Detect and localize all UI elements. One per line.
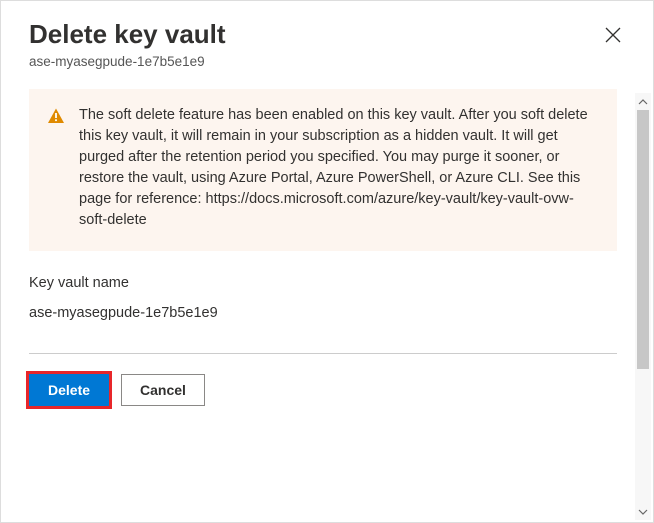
field-label: Key vault name — [29, 275, 617, 291]
warning-text: The soft delete feature has been enabled… — [79, 105, 597, 231]
panel-subtitle: ase-myasegpude-1e7b5e1e9 — [29, 54, 226, 69]
panel-footer: Delete Cancel — [29, 374, 617, 424]
key-vault-name-field: Key vault name ase-myasegpude-1e7b5e1e9 — [29, 275, 617, 321]
scroll-up-arrow-icon[interactable] — [635, 93, 651, 110]
close-button[interactable] — [601, 23, 625, 47]
panel-header: Delete key vault ase-myasegpude-1e7b5e1e… — [29, 19, 625, 69]
warning-triangle-icon — [47, 107, 65, 231]
scroll-track[interactable] — [635, 110, 651, 503]
vertical-scrollbar[interactable] — [635, 93, 651, 520]
cancel-button[interactable]: Cancel — [121, 374, 205, 406]
field-value: ase-myasegpude-1e7b5e1e9 — [29, 305, 617, 321]
scroll-thumb[interactable] — [637, 110, 649, 369]
scroll-down-arrow-icon[interactable] — [635, 503, 651, 520]
warning-box: The soft delete feature has been enabled… — [29, 89, 617, 251]
divider — [29, 353, 617, 354]
panel-title: Delete key vault — [29, 19, 226, 50]
title-block: Delete key vault ase-myasegpude-1e7b5e1e… — [29, 19, 226, 69]
close-icon — [605, 27, 621, 43]
delete-key-vault-panel: Delete key vault ase-myasegpude-1e7b5e1e… — [1, 1, 653, 522]
panel-content: The soft delete feature has been enabled… — [29, 89, 625, 424]
delete-button[interactable]: Delete — [29, 374, 109, 406]
